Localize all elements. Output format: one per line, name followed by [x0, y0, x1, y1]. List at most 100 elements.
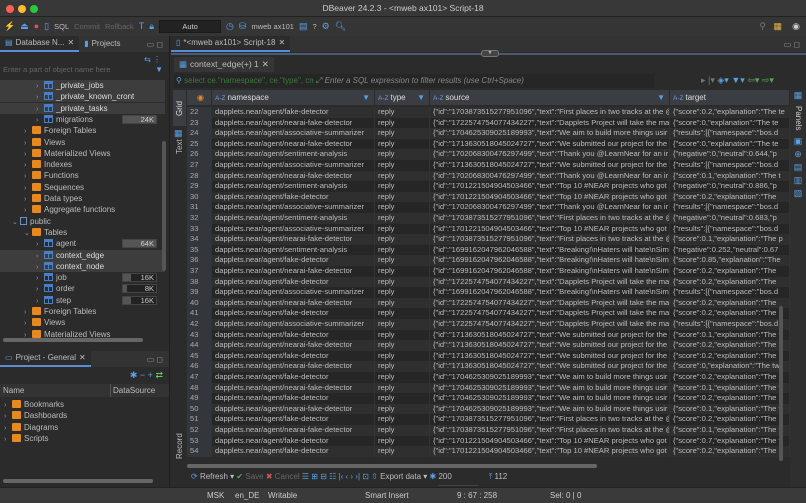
- cell-namespace[interactable]: dapplets.near/agent/associative-summariz…: [212, 223, 375, 235]
- cell-type[interactable]: reply: [375, 213, 430, 224]
- cell-source[interactable]: {"id":"1701221504904503466","text":"Top …: [430, 181, 670, 192]
- table-row[interactable]: 26 dapplets.near/agent/sentiment-analysis…: [187, 149, 790, 160]
- cell-type[interactable]: reply: [375, 287, 430, 298]
- table-row[interactable]: 43 dapplets.near/agent/fake-detector reply…: [187, 329, 790, 341]
- close-icon[interactable]: ✕: [262, 57, 269, 72]
- cell-type[interactable]: reply: [375, 181, 430, 192]
- row-number[interactable]: 36: [187, 255, 212, 266]
- transaction-mode-icon[interactable]: T: [139, 22, 145, 31]
- remove-icon[interactable]: −: [140, 370, 145, 380]
- cell-target[interactable]: {"results":[{"namespace":"bos.d: [670, 319, 790, 330]
- row-number[interactable]: 51: [187, 414, 212, 425]
- table-row[interactable]: 54 dapplets.near/agent/fake-detector reply…: [187, 446, 790, 457]
- table-row[interactable]: 33 dapplets.near/agent/associative-summar…: [187, 223, 790, 235]
- tree-hscrollbar[interactable]: [3, 338, 143, 342]
- tree-item[interactable]: › Foreign Tables: [0, 306, 165, 317]
- tree-item[interactable]: › Materialized Views: [0, 148, 165, 159]
- row-number[interactable]: 24: [187, 128, 212, 139]
- tab-script-18[interactable]: ▯ *<mweb ax101> Script-18 ✕: [171, 36, 291, 52]
- cell-type[interactable]: reply: [375, 414, 430, 425]
- save-button[interactable]: Save: [245, 472, 263, 481]
- cell-type[interactable]: reply: [375, 446, 430, 457]
- select-all-icon[interactable]: ◉: [187, 90, 212, 105]
- cell-source[interactable]: {"id":"1701221504904503466","text":"Top …: [430, 435, 670, 447]
- tab-project-general[interactable]: ▭ Project - General ✕: [0, 351, 91, 367]
- cell-namespace[interactable]: dapplets.near/agent/nearai-fake-detector: [212, 234, 375, 245]
- forward-icon[interactable]: ⇨▾: [762, 75, 774, 85]
- cell-target[interactable]: {"score":0.2,"explanation":"The: [670, 276, 790, 288]
- cell-source[interactable]: {"id":"1703873515277951096","text":"Firs…: [430, 107, 670, 118]
- invalidate-icon[interactable]: ●: [34, 22, 39, 31]
- cell-namespace[interactable]: dapplets.near/agent/nearai-fake-detector: [212, 382, 375, 394]
- minimize-maximize-icon[interactable]: ▭ ◻: [147, 355, 163, 364]
- cell-namespace[interactable]: dapplets.near/agent/fake-detector: [212, 308, 375, 319]
- cell-source[interactable]: {"id":"1713630518045024727","text":"We s…: [430, 138, 670, 150]
- row-number[interactable]: 32: [187, 213, 212, 224]
- cell-namespace[interactable]: dapplets.near/agent/nearai-fake-detector: [212, 425, 375, 436]
- add-icon[interactable]: +: [148, 370, 153, 380]
- cell-namespace[interactable]: dapplets.near/agent/fake-detector: [212, 329, 375, 341]
- tab-grid[interactable]: Grid: [173, 90, 186, 126]
- row-number[interactable]: 30: [187, 191, 212, 203]
- cell-type[interactable]: reply: [375, 329, 430, 341]
- tree-item[interactable]: › job 16K: [0, 272, 165, 283]
- table-row[interactable]: 49 dapplets.near/agent/fake-detector reply…: [187, 393, 790, 404]
- cell-namespace[interactable]: dapplets.near/agent/nearai-fake-detector: [212, 361, 375, 372]
- table-row[interactable]: 32 dapplets.near/agent/sentiment-analysis…: [187, 213, 790, 224]
- tree-item[interactable]: › Views: [0, 137, 165, 148]
- tab-projects[interactable]: ▮ Projects: [79, 36, 125, 52]
- cell-target[interactable]: {"score":0.85,"explanation":"The: [670, 255, 790, 266]
- cell-namespace[interactable]: dapplets.near/agent/nearai-fake-detector: [212, 403, 375, 415]
- cell-namespace[interactable]: dapplets.near/agent/nearai-fake-detector: [212, 297, 375, 309]
- search-db-icon[interactable]: 🔍︎: [335, 22, 346, 31]
- cell-type[interactable]: reply: [375, 255, 430, 266]
- cell-source[interactable]: {"id":"1704625309025189993","text":"We a…: [430, 382, 670, 394]
- cell-type[interactable]: reply: [375, 308, 430, 319]
- cell-type[interactable]: reply: [375, 403, 430, 415]
- cell-target[interactable]: {"score":0.1,"explanation":"The t: [670, 382, 790, 394]
- cell-namespace[interactable]: dapplets.near/agent/nearai-fake-detector: [212, 138, 375, 150]
- row-number[interactable]: 48: [187, 382, 212, 394]
- row-number[interactable]: 52: [187, 425, 212, 436]
- project-item[interactable]: › Bookmarks: [0, 399, 165, 410]
- cell-type[interactable]: reply: [375, 202, 430, 213]
- row-number[interactable]: 25: [187, 138, 212, 150]
- cell-source[interactable]: {"id":"1713630518045024727","text":"We s…: [430, 160, 670, 171]
- cell-target[interactable]: {"score":0.2,"explanation":"The: [670, 340, 790, 351]
- cell-target[interactable]: {"negative":0,"neutral":0.683,"p: [670, 213, 790, 224]
- cell-type[interactable]: reply: [375, 244, 430, 256]
- table-row[interactable]: 41 dapplets.near/agent/fake-detector reply…: [187, 308, 790, 319]
- table-row[interactable]: 22 dapplets.near/agent/fake-detector reply…: [187, 107, 790, 118]
- cell-type[interactable]: reply: [375, 107, 430, 118]
- maximize-window-button[interactable]: [30, 5, 38, 13]
- row-number[interactable]: 50: [187, 403, 212, 415]
- cell-target[interactable]: {"results":[{"namespace":"bos.d: [670, 160, 790, 171]
- cell-namespace[interactable]: dapplets.near/agent/associative-summariz…: [212, 202, 375, 213]
- cell-target[interactable]: {"score":0.7,"explanation":"The t: [670, 435, 790, 447]
- cell-source[interactable]: {"id":"1722574754077434227","text":"Dapp…: [430, 276, 670, 288]
- fetch-size-input[interactable]: 200: [438, 468, 479, 486]
- grid-vscrollbar[interactable]: [779, 306, 783, 461]
- tree-item[interactable]: › Foreign Tables: [0, 125, 165, 136]
- cell-source[interactable]: {"id":"1704625309025189993","text":"We a…: [430, 128, 670, 139]
- cell-namespace[interactable]: dapplets.near/agent/associative-summariz…: [212, 160, 375, 171]
- tree-item[interactable]: › _private_tasks: [0, 102, 165, 114]
- row-number[interactable]: 49: [187, 393, 212, 404]
- tree-item[interactable]: › context_node: [0, 260, 165, 272]
- row-number[interactable]: 33: [187, 223, 212, 235]
- table-row[interactable]: 40 dapplets.near/agent/nearai-fake-detect…: [187, 297, 790, 309]
- history-icon[interactable]: ◷: [226, 22, 234, 31]
- table-row[interactable]: 53 dapplets.near/agent/fake-detector reply…: [187, 435, 790, 447]
- cell-namespace[interactable]: dapplets.near/agent/sentiment-analysis: [212, 244, 375, 256]
- export-data-button[interactable]: Export data: [380, 472, 421, 481]
- apply-filter-icon[interactable]: ▸ |▾: [701, 75, 715, 85]
- cell-namespace[interactable]: dapplets.near/agent/associative-summariz…: [212, 319, 375, 330]
- sort-icon[interactable]: ▼: [362, 90, 370, 105]
- tab-panels[interactable]: Panels: [790, 101, 806, 135]
- cell-target[interactable]: {"score":0.1,"explanation":"The t: [670, 403, 790, 415]
- perspective-icon[interactable]: ▦: [773, 22, 782, 31]
- table-row[interactable]: 28 dapplets.near/agent/nearai-fake-detect…: [187, 170, 790, 182]
- cell-source[interactable]: {"id":"1713630518045024727","text":"We s…: [430, 329, 670, 341]
- tree-item[interactable]: › order 8K: [0, 283, 165, 294]
- grouping-icon[interactable]: ▥: [794, 175, 803, 185]
